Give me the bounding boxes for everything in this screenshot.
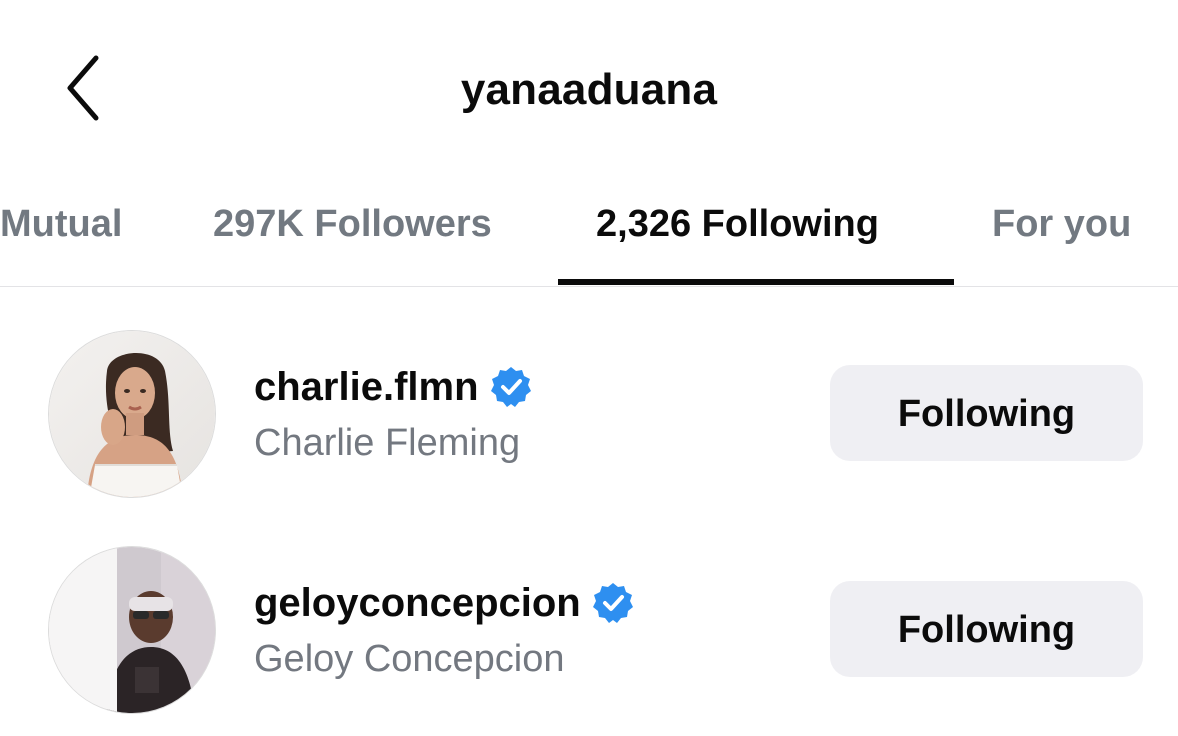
following-button[interactable]: Following (830, 581, 1143, 677)
profile-photo-icon (49, 331, 215, 497)
tab-followers[interactable]: 297K Followers (213, 194, 492, 254)
full-name: Charlie Fleming (254, 422, 521, 464)
following-button[interactable]: Following (830, 365, 1143, 461)
active-tab-indicator (558, 279, 954, 285)
following-screen: yanaaduana Mutual 297K Followers 2,326 F… (0, 0, 1178, 736)
username-link[interactable]: geloyconcepcion (254, 578, 635, 628)
avatar[interactable] (48, 330, 216, 498)
list-item[interactable]: geloyconcepcion Geloy Concepcion Followi… (0, 530, 1178, 730)
tab-following[interactable]: 2,326 Following (596, 194, 879, 254)
profile-photo-icon (49, 547, 215, 713)
page-title: yanaaduana (460, 65, 718, 114)
username: charlie.flmn (254, 365, 479, 409)
header: yanaaduana (0, 0, 1178, 170)
verified-badge-icon (490, 367, 531, 407)
username: geloyconcepcion (254, 581, 581, 625)
tab-mutual[interactable]: Mutual (0, 194, 122, 254)
list-item[interactable]: charlie.flmn Charlie Fleming Following (0, 314, 1178, 514)
tab-bar: Mutual 297K Followers 2,326 Following Fo… (0, 170, 1178, 287)
username-link[interactable]: charlie.flmn (254, 362, 533, 412)
full-name: Geloy Concepcion (254, 638, 565, 680)
avatar[interactable] (48, 546, 216, 714)
tab-for-you[interactable]: For you (992, 194, 1131, 254)
verified-badge-icon (592, 583, 633, 623)
